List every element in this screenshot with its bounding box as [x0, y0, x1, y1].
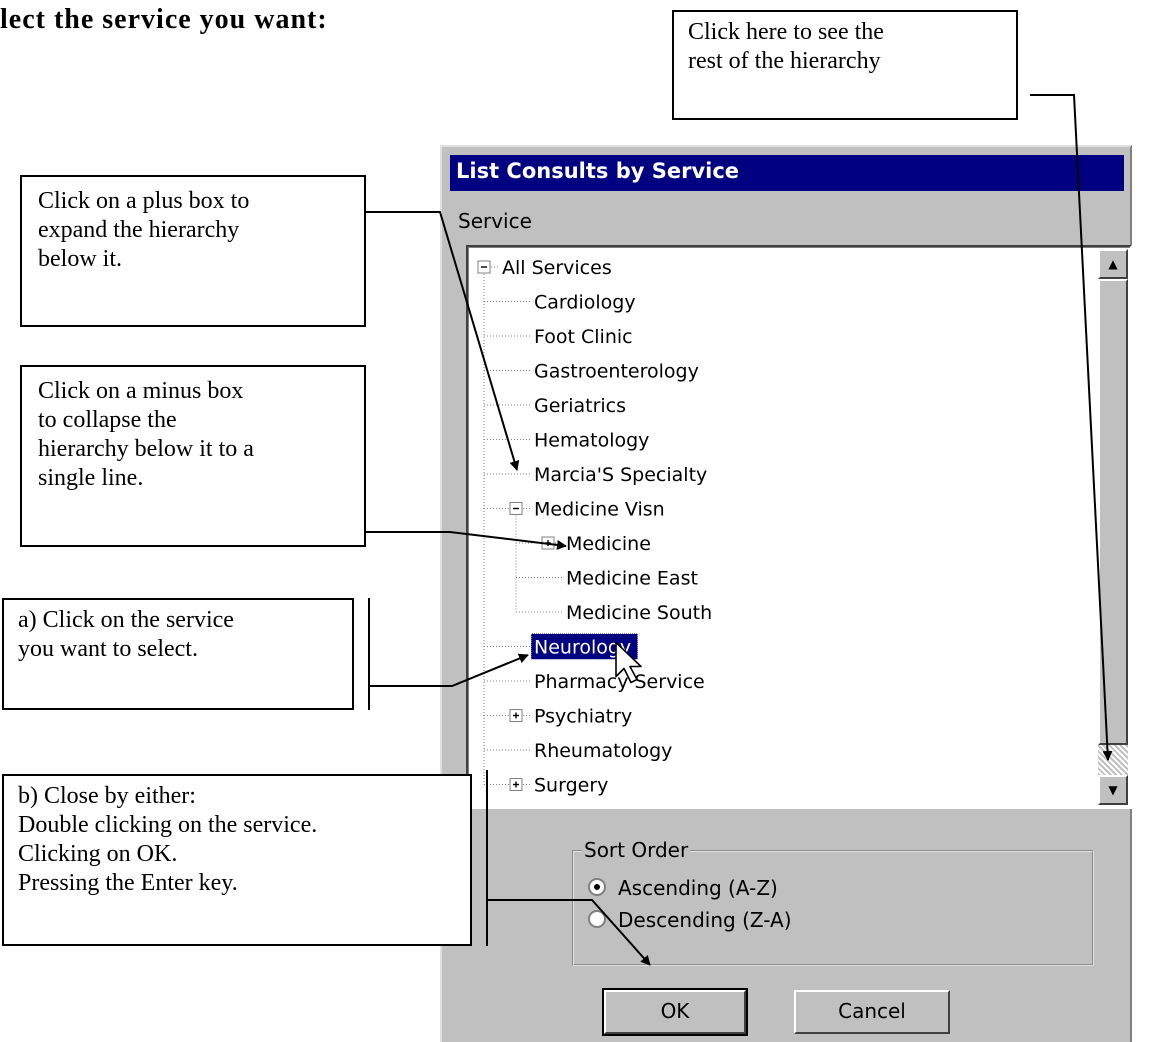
tree-item[interactable]: All Services [502, 257, 612, 279]
tree-item[interactable]: Medicine [566, 533, 651, 555]
tree-item[interactable]: Marcia'S Specialty [534, 464, 707, 486]
callout-line: rest of the hierarchy [688, 48, 881, 74]
arrow-down-icon: ▼ [1108, 783, 1118, 797]
tree-item[interactable]: Medicine South [566, 602, 712, 624]
callout-line: b) Close by either: [18, 783, 196, 809]
callout-line: to collapse the [38, 407, 177, 433]
callout-line: Click on a minus box [38, 378, 244, 404]
callout-minus-box: Click on a minus box to collapse the hie… [20, 365, 366, 547]
tree-scrollbar[interactable]: ▲ ▼ [1098, 249, 1128, 805]
callout-line: Click here to see the [688, 19, 884, 45]
callout-bracket [486, 770, 488, 946]
callout-see-hierarchy: Click here to see the rest of the hierar… [672, 10, 1018, 120]
scroll-down-button[interactable]: ▼ [1098, 775, 1128, 805]
tree-item[interactable]: Cardiology [534, 292, 636, 314]
callout-line: hierarchy below it to a [38, 436, 254, 462]
service-label: Service [458, 209, 532, 233]
callout-plus-box: Click on a plus box to expand the hierar… [20, 175, 366, 327]
callout-line: below it. [38, 246, 122, 272]
cancel-button[interactable]: Cancel [794, 990, 950, 1034]
dialog-title: List Consults by Service [456, 159, 740, 183]
tree-item[interactable]: Gastroenterology [534, 361, 699, 383]
tree-item[interactable]: Medicine Visn [534, 499, 665, 521]
tree-item[interactable]: Foot Clinic [534, 326, 633, 348]
tree-item[interactable]: Pharmacy Service [534, 671, 705, 693]
callout-line: single line. [38, 465, 144, 491]
arrow-up-icon: ▲ [1108, 257, 1118, 271]
callout-line: Pressing the Enter key. [18, 870, 238, 896]
tree-item[interactable]: Psychiatry [534, 706, 632, 728]
callout-bracket [368, 598, 370, 710]
tree-item[interactable]: Rheumatology [534, 740, 672, 762]
radio-label: Descending (Z-A) [618, 908, 792, 932]
callout-line: you want to select. [18, 636, 198, 662]
callout-line: Double clicking on the service. [18, 812, 318, 838]
callout-line: Clicking on OK. [18, 841, 178, 867]
callout-line: a) Click on the service [18, 607, 234, 633]
sort-order-label: Sort Order [582, 838, 691, 862]
tree-item[interactable]: Surgery [534, 775, 608, 797]
service-tree[interactable]: All Services Cardiology Foot Clinic Gastroe… [466, 245, 1132, 809]
page-heading: lect the service you want: [0, 4, 328, 35]
callout-line: Click on a plus box to [38, 188, 250, 214]
callout-line: expand the hierarchy [38, 217, 240, 243]
scroll-thumb[interactable] [1098, 279, 1128, 745]
sort-order-group: Sort Order Ascending (A-Z) Descending (Z… [572, 838, 1094, 966]
tree-item[interactable]: Geriatrics [534, 395, 626, 417]
ok-button[interactable]: OK [602, 988, 748, 1036]
list-consults-dialog: List Consults by Service Service All Ser… [440, 145, 1132, 1042]
radio-checked-icon [588, 878, 606, 896]
radio-label: Ascending (A-Z) [618, 876, 778, 900]
dialog-titlebar: List Consults by Service [450, 155, 1124, 191]
tree-item[interactable]: Medicine East [566, 568, 698, 590]
service-tree-canvas: All Services Cardiology Foot Clinic Gastroe… [477, 257, 712, 797]
scroll-track[interactable] [1098, 745, 1128, 775]
callout-close-box: b) Close by either: Double clicking on t… [2, 774, 472, 946]
scroll-up-button[interactable]: ▲ [1098, 249, 1128, 279]
tree-item[interactable]: Hematology [534, 430, 649, 452]
callout-select-service: a) Click on the service you want to sele… [2, 598, 354, 710]
radio-unchecked-icon [588, 910, 606, 928]
